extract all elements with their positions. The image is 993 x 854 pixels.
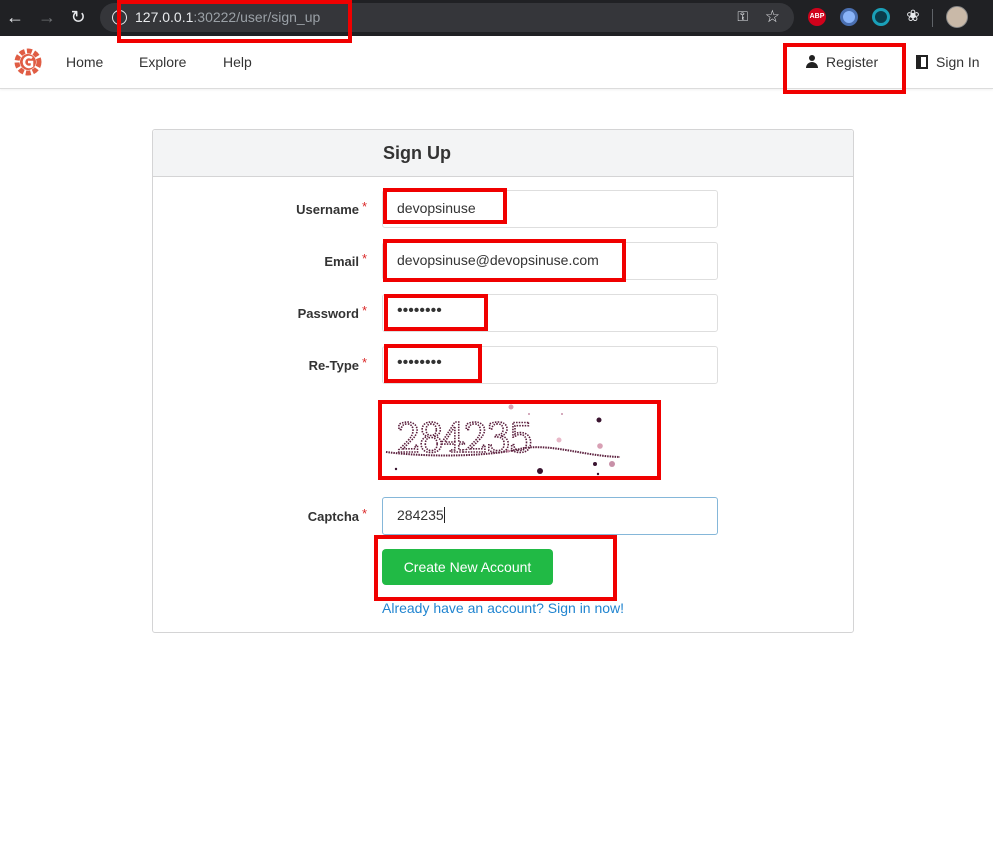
captcha-input[interactable]: 284235 — [382, 497, 718, 535]
back-arrow-icon[interactable]: ← — [4, 6, 26, 28]
gnome-foot-icon[interactable]: ❀ — [904, 8, 922, 26]
adblock-extension-icon[interactable]: ABP — [808, 8, 826, 26]
required-mark: * — [362, 506, 368, 521]
annotation-box-url — [117, 0, 352, 43]
text-caret — [443, 507, 445, 523]
username-label: Username — [296, 202, 359, 217]
required-mark: * — [362, 251, 368, 266]
nav-help-link[interactable]: Help — [223, 54, 252, 70]
required-mark: * — [362, 355, 368, 370]
required-mark: * — [362, 303, 368, 318]
page-title: Sign Up — [383, 143, 451, 163]
retype-label: Re-Type — [308, 358, 359, 373]
extension-target-icon[interactable] — [872, 8, 890, 26]
annotation-box-captcha — [378, 400, 661, 480]
signup-panel-header: Sign Up — [153, 130, 853, 177]
nav-signin-link[interactable]: Sign In — [916, 54, 980, 70]
captcha-label: Captcha — [307, 509, 359, 524]
gitea-logo-icon[interactable] — [13, 47, 43, 77]
annotation-box-password — [384, 294, 488, 331]
annotation-box-username — [383, 188, 507, 224]
sign-in-icon — [916, 55, 928, 69]
bookmark-star-icon[interactable]: ☆ — [765, 7, 780, 27]
annotation-box-register — [783, 43, 906, 94]
nav-home-link[interactable]: Home — [66, 54, 103, 70]
forward-arrow-icon[interactable]: → — [36, 6, 58, 28]
annotation-box-email — [383, 239, 626, 282]
password-label: Password — [297, 306, 359, 321]
profile-avatar[interactable] — [946, 6, 968, 28]
annotation-box-retype — [384, 344, 482, 383]
extension-circle-icon[interactable] — [840, 8, 858, 26]
signin-now-link[interactable]: Already have an account? Sign in now! — [382, 600, 624, 616]
annotation-box-submit — [374, 535, 617, 601]
nav-explore-link[interactable]: Explore — [139, 54, 186, 70]
reload-icon[interactable]: ↻ — [67, 6, 89, 28]
key-icon[interactable]: ⚿ — [737, 8, 748, 25]
toolbar-divider — [932, 9, 933, 27]
required-mark: * — [362, 199, 368, 214]
email-label: Email — [324, 254, 359, 269]
